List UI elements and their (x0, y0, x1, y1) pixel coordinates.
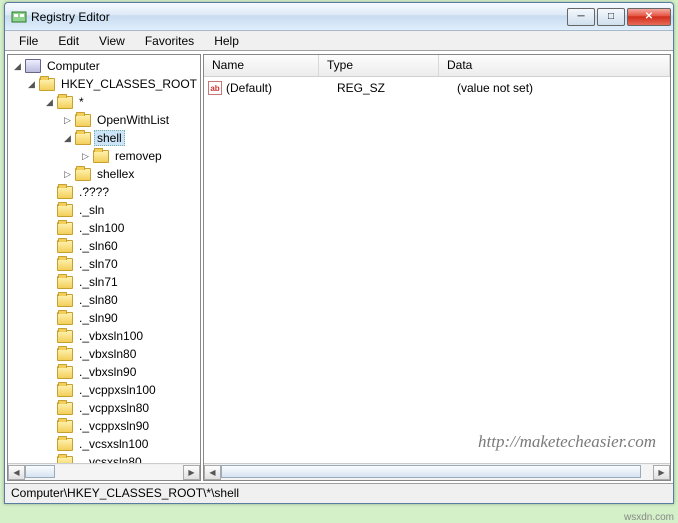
folder-icon (57, 96, 73, 109)
window-title: Registry Editor (31, 10, 567, 24)
tree-node[interactable]: ▷removep (10, 147, 200, 165)
folder-icon (57, 348, 73, 361)
tree-node[interactable]: ▷._vbxsln100 (10, 327, 200, 345)
column-header-name[interactable]: Name (204, 55, 319, 76)
tree-node[interactable]: ▷._sln70 (10, 255, 200, 273)
computer-icon (25, 59, 41, 73)
menu-view[interactable]: View (89, 32, 135, 50)
collapse-icon[interactable]: ◢ (62, 133, 73, 144)
folder-icon (57, 186, 73, 199)
folder-icon (75, 132, 91, 145)
tree-node[interactable]: ▷._vcppxsln90 (10, 417, 200, 435)
tree-node-computer[interactable]: ◢Computer (10, 57, 200, 75)
credit-text: wsxdn.com (624, 512, 674, 523)
folder-icon (57, 222, 73, 235)
value-row[interactable]: ab (Default) REG_SZ (value not set) (204, 79, 670, 97)
minimize-button[interactable]: ─ (567, 8, 595, 26)
close-button[interactable]: ✕ (627, 8, 671, 26)
titlebar[interactable]: Registry Editor ─ □ ✕ (5, 3, 673, 31)
tree-node[interactable]: ▷._sln80 (10, 291, 200, 309)
folder-icon (57, 258, 73, 271)
scroll-track[interactable] (25, 465, 183, 480)
folder-icon (57, 366, 73, 379)
app-icon (11, 9, 27, 25)
expand-icon[interactable]: ▷ (62, 115, 73, 126)
menubar: File Edit View Favorites Help (5, 31, 673, 51)
column-headers: Name Type Data (204, 55, 670, 77)
scroll-thumb[interactable] (221, 465, 641, 478)
folder-icon (39, 78, 55, 91)
folder-icon (57, 240, 73, 253)
menu-favorites[interactable]: Favorites (135, 32, 204, 50)
scroll-left-button[interactable]: ◀ (204, 465, 221, 480)
folder-icon (57, 330, 73, 343)
values-pane: Name Type Data ab (Default) REG_SZ (valu… (203, 54, 671, 481)
tree-node[interactable]: ▷._vcppxsln100 (10, 381, 200, 399)
menu-edit[interactable]: Edit (48, 32, 89, 50)
scroll-right-button[interactable]: ▶ (183, 465, 200, 480)
tree-node[interactable]: ▷._vcsxsln80 (10, 453, 200, 463)
scroll-track[interactable] (221, 465, 653, 480)
collapse-icon[interactable]: ◢ (12, 61, 23, 72)
tree-node-star[interactable]: ◢* (10, 93, 200, 111)
folder-icon (57, 294, 73, 307)
expand-icon[interactable]: ▷ (62, 169, 73, 180)
scroll-thumb[interactable] (25, 465, 55, 478)
string-value-icon: ab (208, 81, 222, 95)
folder-icon (57, 276, 73, 289)
status-bar: Computer\HKEY_CLASSES_ROOT\*\shell (5, 483, 673, 503)
tree-node-shell[interactable]: ◢shell (10, 129, 200, 147)
folder-icon (57, 420, 73, 433)
tree-node-hkey[interactable]: ◢HKEY_CLASSES_ROOT (10, 75, 200, 93)
scroll-right-button[interactable]: ▶ (653, 465, 670, 480)
tree-node[interactable]: ▷._sln100 (10, 219, 200, 237)
menu-help[interactable]: Help (204, 32, 249, 50)
maximize-button[interactable]: □ (597, 8, 625, 26)
registry-tree[interactable]: ◢Computer ◢HKEY_CLASSES_ROOT ◢* ▷OpenWit… (8, 55, 200, 463)
column-header-type[interactable]: Type (319, 55, 439, 76)
folder-icon (75, 114, 91, 127)
scroll-left-button[interactable]: ◀ (8, 465, 25, 480)
tree-node[interactable]: ▷._vbxsln80 (10, 345, 200, 363)
tree-node[interactable]: ▷shellex (10, 165, 200, 183)
tree-horizontal-scrollbar[interactable]: ◀ ▶ (8, 463, 200, 480)
watermark-text: http://maketecheasier.com (478, 432, 656, 452)
tree-node[interactable]: ▷OpenWithList (10, 111, 200, 129)
tree-node[interactable]: ▷._vcppxsln80 (10, 399, 200, 417)
collapse-icon[interactable]: ◢ (26, 79, 37, 90)
folder-icon (57, 384, 73, 397)
tree-node[interactable]: ▷._sln60 (10, 237, 200, 255)
collapse-icon[interactable]: ◢ (44, 97, 55, 108)
tree-node[interactable]: ▷._sln71 (10, 273, 200, 291)
tree-pane: ◢Computer ◢HKEY_CLASSES_ROOT ◢* ▷OpenWit… (7, 54, 201, 481)
values-list[interactable]: ab (Default) REG_SZ (value not set) (204, 77, 670, 463)
tree-node[interactable]: ▷.???? (10, 183, 200, 201)
tree-node[interactable]: ▷._sln90 (10, 309, 200, 327)
expand-icon[interactable]: ▷ (80, 151, 91, 162)
menu-file[interactable]: File (9, 32, 48, 50)
folder-icon (57, 456, 73, 464)
tree-node[interactable]: ▷._vcsxsln100 (10, 435, 200, 453)
folder-icon (57, 204, 73, 217)
tree-node[interactable]: ▷._sln (10, 201, 200, 219)
folder-icon (75, 168, 91, 181)
folder-icon (57, 312, 73, 325)
column-header-data[interactable]: Data (439, 55, 670, 76)
values-horizontal-scrollbar[interactable]: ◀ ▶ (204, 463, 670, 480)
folder-icon (57, 438, 73, 451)
registry-editor-window: Registry Editor ─ □ ✕ File Edit View Fav… (4, 2, 674, 504)
folder-icon (57, 402, 73, 415)
folder-icon (93, 150, 109, 163)
tree-node[interactable]: ▷._vbxsln90 (10, 363, 200, 381)
